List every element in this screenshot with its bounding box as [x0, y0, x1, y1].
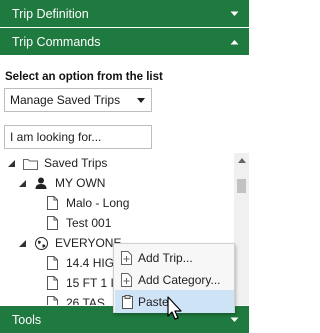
- paste-icon: [120, 294, 134, 310]
- select-prompt: Select an option from the list: [5, 71, 163, 83]
- add-folder-icon: [120, 272, 134, 288]
- menu-item-label: Add Trip...: [138, 250, 193, 265]
- tree-node-everyone[interactable]: EVERYONE: [17, 233, 121, 253]
- tree-node-my-own[interactable]: MY OWN: [17, 173, 105, 193]
- tree-node-trip[interactable]: 15 FT 1 IN: [44, 273, 122, 293]
- trip-definition-header[interactable]: Trip Definition: [0, 0, 249, 28]
- menu-item-add-trip[interactable]: Add Trip...: [115, 246, 234, 269]
- tree-scrollbar[interactable]: [234, 153, 249, 305]
- document-icon: [44, 215, 60, 231]
- menu-item-label: Add Category...: [138, 272, 221, 287]
- document-icon: [44, 295, 60, 305]
- tree-node-label: Saved Trips: [44, 156, 108, 170]
- trip-commands-header[interactable]: Trip Commands: [0, 28, 249, 56]
- document-icon: [44, 275, 60, 291]
- tree-node-trip[interactable]: Test 001: [44, 213, 111, 233]
- tree-node-label: 26 TAS...: [66, 296, 115, 305]
- trip-commands-label: Trip Commands: [12, 34, 101, 49]
- menu-item-label: Paste: [138, 294, 169, 309]
- option-select-value: Manage Saved Trips: [10, 93, 121, 107]
- tree-node-saved-trips[interactable]: Saved Trips: [6, 153, 107, 173]
- folder-icon: [22, 155, 38, 171]
- expanded-triangle-icon[interactable]: [17, 178, 27, 188]
- chevron-down-icon: [137, 89, 145, 111]
- search-input-text: I am looking for...: [10, 130, 102, 144]
- chevron-down-icon: [230, 0, 239, 28]
- trip-definition-label: Trip Definition: [12, 6, 89, 21]
- expanded-triangle-icon[interactable]: [6, 158, 16, 168]
- option-select[interactable]: Manage Saved Trips: [4, 88, 152, 112]
- add-document-icon: [120, 250, 134, 266]
- tree-node-trip[interactable]: 14.4 HIGH: [44, 253, 123, 273]
- globe-icon: [33, 235, 49, 251]
- tree-node-label: EVERYONE: [55, 236, 122, 250]
- search-input[interactable]: I am looking for...: [4, 125, 152, 149]
- scrollbar-thumb[interactable]: [237, 179, 246, 193]
- tools-label: Tools: [12, 312, 42, 327]
- menu-item-add-category[interactable]: Add Category...: [115, 268, 234, 291]
- chevron-up-icon: [230, 28, 239, 56]
- user-icon: [33, 175, 49, 191]
- mouse-cursor-icon: [166, 296, 186, 322]
- tree-node-trip[interactable]: Malo - Long: [44, 193, 129, 213]
- document-icon: [44, 195, 60, 211]
- tree-node-trip[interactable]: 26 TAS...: [44, 293, 115, 305]
- tree-node-label: MY OWN: [55, 176, 106, 190]
- tree-node-label: Malo - Long: [66, 196, 130, 210]
- tree-node-label: Test 001: [66, 216, 112, 230]
- document-icon: [44, 255, 60, 271]
- scroll-up-arrow-icon[interactable]: [234, 153, 249, 167]
- expanded-triangle-icon[interactable]: [17, 238, 27, 248]
